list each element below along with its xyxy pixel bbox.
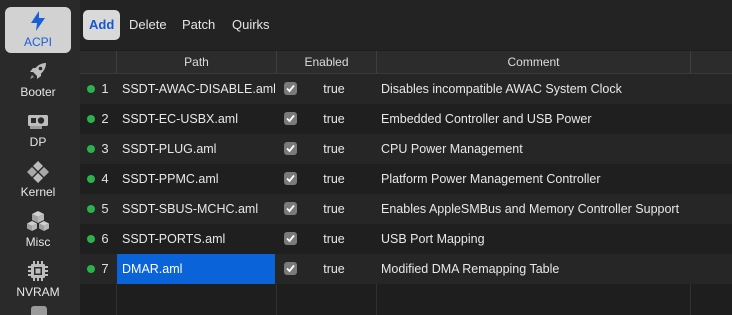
sidebar-item-booter[interactable]: Booter xyxy=(5,57,71,103)
table-row[interactable]: 3 SSDT-PLUG.aml true CPU Power Managemen… xyxy=(80,134,732,164)
sidebar-item-nvram[interactable]: NVRAM xyxy=(5,257,71,303)
status-dot xyxy=(87,205,95,213)
bolt-icon xyxy=(31,11,45,31)
sidebar-item-label: Kernel xyxy=(20,185,56,199)
enabled-value: true xyxy=(323,202,345,216)
status-dot xyxy=(87,265,95,273)
row-index: 3 xyxy=(101,141,109,156)
puzzle-icon xyxy=(27,161,49,183)
table-row[interactable]: 1 SSDT-AWAC-DISABLE.aml true Disables in… xyxy=(80,74,732,104)
tab-delete[interactable]: Delete xyxy=(123,10,173,40)
cubes-icon xyxy=(27,211,49,231)
enabled-value: true xyxy=(323,112,345,126)
enabled-value: true xyxy=(323,142,345,156)
column-header-path[interactable]: Path xyxy=(116,51,276,73)
sidebar-item-misc[interactable]: Misc xyxy=(5,207,71,253)
checkmark-icon xyxy=(286,84,295,93)
checkmark-icon xyxy=(286,234,295,243)
row-index: 4 xyxy=(101,171,109,186)
rocket-icon xyxy=(30,63,46,79)
row-index: 2 xyxy=(101,111,109,126)
checkmark-icon xyxy=(286,114,295,123)
enabled-checkbox[interactable] xyxy=(284,262,297,275)
table-header: Path Enabled Comment xyxy=(80,51,732,74)
comment-cell[interactable]: Enables AppleSMBus and Memory Controller… xyxy=(376,194,686,224)
row-index: 7 xyxy=(101,261,109,276)
enabled-checkbox[interactable] xyxy=(284,202,297,215)
sidebar-item-label: ACPI xyxy=(23,35,52,49)
table-row[interactable]: 5 SSDT-SBUS-MCHC.aml true Enables AppleS… xyxy=(80,194,732,224)
comment-cell[interactable]: Embedded Controller and USB Power xyxy=(376,104,686,134)
tab-quirks[interactable]: Quirks xyxy=(226,10,276,40)
tab-add[interactable]: Add xyxy=(83,10,121,40)
path-cell[interactable]: SSDT-PLUG.aml xyxy=(117,134,275,164)
enabled-value: true xyxy=(323,232,345,246)
sidebar: ACPI Booter DP Kernel Misc NVRAM xyxy=(0,0,81,315)
table-row[interactable]: 2 SSDT-EC-USBX.aml true Embedded Control… xyxy=(80,104,732,134)
comment-cell[interactable]: Modified DMA Remapping Table xyxy=(376,254,686,284)
enabled-checkbox[interactable] xyxy=(284,172,297,185)
checkmark-icon xyxy=(286,174,295,183)
checkmark-icon xyxy=(286,264,295,273)
comment-cell[interactable]: USB Port Mapping xyxy=(376,224,686,254)
enabled-value: true xyxy=(323,262,345,276)
sidebar-item-kernel[interactable]: Kernel xyxy=(5,157,71,203)
comment-cell[interactable]: CPU Power Management xyxy=(376,134,686,164)
status-dot xyxy=(87,235,95,243)
toolbar: Add Delete Patch Quirks xyxy=(80,0,732,50)
enabled-value: true xyxy=(323,172,345,186)
table-row[interactable]: 7 DMAR.aml true Modified DMA Remapping T… xyxy=(80,254,732,284)
enabled-checkbox[interactable] xyxy=(284,232,297,245)
comment-cell[interactable]: Disables incompatible AWAC System Clock xyxy=(376,74,686,104)
gpu-card-icon xyxy=(28,115,48,129)
path-cell[interactable]: DMAR.aml xyxy=(117,254,275,284)
tab-patch[interactable]: Patch xyxy=(176,10,221,40)
path-cell[interactable]: SSDT-EC-USBX.aml xyxy=(117,104,275,134)
status-dot xyxy=(87,85,95,93)
table-row[interactable]: 4 SSDT-PPMC.aml true Platform Power Mana… xyxy=(80,164,732,194)
path-cell[interactable]: SSDT-PPMC.aml xyxy=(117,164,275,194)
path-cell[interactable]: SSDT-SBUS-MCHC.aml xyxy=(117,194,275,224)
status-dot xyxy=(87,115,95,123)
column-header-enabled[interactable]: Enabled xyxy=(276,51,376,73)
row-index: 6 xyxy=(101,231,109,246)
status-dot xyxy=(87,175,95,183)
sidebar-item-label: Booter xyxy=(20,85,56,99)
column-header-extra xyxy=(690,51,732,73)
acpi-add-table: Path Enabled Comment 1 SSDT-AWAC-DISABLE… xyxy=(80,51,732,315)
status-dot xyxy=(87,145,95,153)
table-row[interactable]: 6 SSDT-PORTS.aml true USB Port Mapping xyxy=(80,224,732,254)
sidebar-item-partial[interactable] xyxy=(31,306,47,315)
checkmark-icon xyxy=(286,144,295,153)
sidebar-item-label: Misc xyxy=(25,235,51,249)
path-cell[interactable]: SSDT-AWAC-DISABLE.aml xyxy=(117,74,275,104)
enabled-checkbox[interactable] xyxy=(284,142,297,155)
path-cell[interactable]: SSDT-PORTS.aml xyxy=(117,224,275,254)
column-header-comment[interactable]: Comment xyxy=(376,51,690,73)
sidebar-item-label: NVRAM xyxy=(16,285,60,299)
enabled-checkbox[interactable] xyxy=(284,112,297,125)
comment-cell[interactable]: Platform Power Management Controller xyxy=(376,164,686,194)
row-index: 1 xyxy=(101,81,109,96)
row-index: 5 xyxy=(101,201,109,216)
sidebar-item-label: DP xyxy=(29,135,47,149)
enabled-checkbox[interactable] xyxy=(284,82,297,95)
chip-icon xyxy=(28,261,48,281)
sidebar-item-acpi[interactable]: ACPI xyxy=(5,7,71,53)
enabled-value: true xyxy=(323,82,345,96)
sidebar-item-dp[interactable]: DP xyxy=(5,107,71,153)
checkmark-icon xyxy=(286,204,295,213)
